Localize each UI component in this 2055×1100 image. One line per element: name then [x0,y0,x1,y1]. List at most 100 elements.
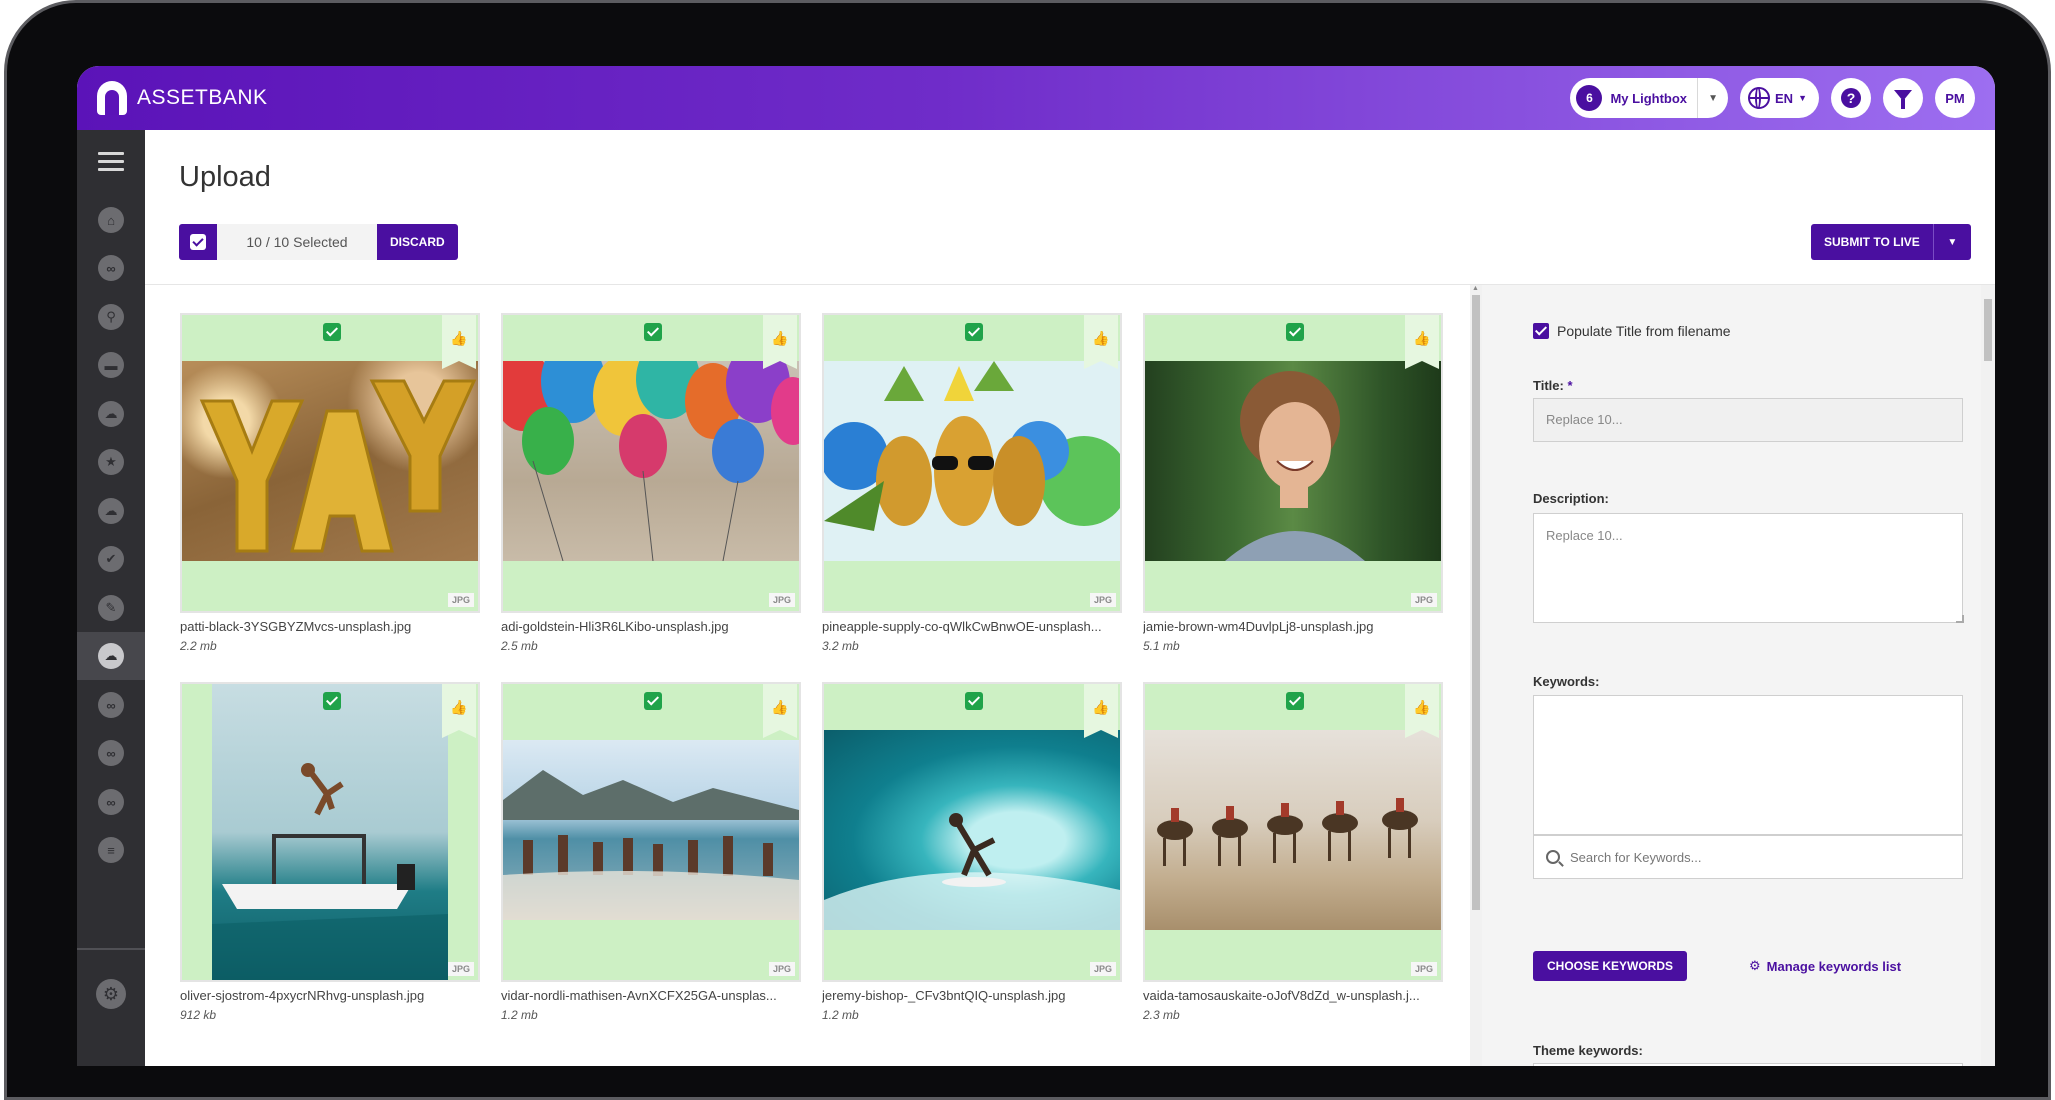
file-type-badge: JPG [1089,962,1116,976]
asset-thumbnail-box[interactable]: 👍 JPG [1143,682,1443,982]
user-avatar[interactable]: PM [1935,78,1975,118]
asset-select-checkbox[interactable] [644,692,662,710]
gear-icon: ⚙ [1749,958,1761,973]
description-field[interactable]: Replace 10... [1533,513,1963,623]
choose-keywords-button[interactable]: CHOOSE KEYWORDS [1533,951,1688,981]
grid-scrollbar[interactable]: ▲ [1470,285,1482,1066]
sidebar-item-approvals[interactable]: ✔ [77,535,145,583]
approve-flag[interactable]: 👍 [1084,684,1118,738]
asset-thumbnail-box[interactable]: 👍 JPG [180,682,480,982]
populate-title-checkbox[interactable] [1533,323,1549,339]
asset-select-checkbox[interactable] [1286,692,1304,710]
asset-thumbnail-box[interactable]: 👍 JPG [1143,313,1443,613]
sidebar-item-upload-active[interactable]: ☁ [77,632,145,680]
populate-title-option[interactable]: Populate Title from filename [1533,323,1731,339]
menu-icon[interactable] [98,152,124,172]
submit-group: SUBMIT TO LIVE ▼ [1811,224,1971,260]
approve-flag[interactable]: 👍 [1084,315,1118,369]
sidebar-item-link-1[interactable]: ∞ [77,244,145,292]
my-lightbox-button[interactable]: 6 My Lightbox [1570,78,1699,118]
asset-thumbnail-box[interactable]: 👍 JPG [180,313,480,613]
asset-card[interactable]: 👍 JPG vaida-tamosauskaite-oJofV8dZd_w-un… [1143,682,1443,1022]
sidebar-item-folders[interactable]: ▬ [77,341,145,389]
asset-select-checkbox[interactable] [323,692,341,710]
asset-thumbnail-box[interactable]: 👍 JPG [822,313,1122,613]
sidebar-item-favourites[interactable]: ★ [77,438,145,486]
sidebar-item-link-2[interactable]: ∞ [77,681,145,729]
assetbank-logo[interactable]: ASSETBANK [97,81,268,115]
asset-select-checkbox[interactable] [323,323,341,341]
asset-card[interactable]: 👍 [501,313,801,653]
asset-card[interactable]: 👍 JPG patti-black-3YSGBYZMvcs-unsplash.j… [180,313,480,653]
sidebar-item-edit[interactable]: ✎ [77,584,145,632]
asset-thumbnail-box[interactable]: 👍 JPG [501,682,801,982]
keywords-search-placeholder: Search for Keywords... [1570,849,1702,865]
asset-thumbnail-box[interactable]: 👍 JPG [501,313,801,613]
title-field[interactable]: Replace 10... [1533,398,1963,442]
approve-flag[interactable]: 👍 [763,315,797,369]
asset-select-checkbox[interactable] [1286,323,1304,341]
sidebar-item-settings[interactable]: ⚙ [77,970,145,1018]
submit-to-live-button[interactable]: SUBMIT TO LIVE [1811,224,1934,260]
keywords-search-input[interactable]: Search for Keywords... [1533,835,1963,879]
asset-image [182,361,478,561]
file-type-badge: JPG [1089,593,1116,607]
language-selector[interactable]: EN ▼ [1740,78,1819,118]
submit-options-button[interactable]: ▼ [1933,224,1971,260]
approve-flag[interactable]: 👍 [1405,684,1439,738]
approve-flag[interactable]: 👍 [442,684,476,738]
panel-scrollbar[interactable] [1981,285,1995,1066]
check-icon: ✔ [98,546,124,572]
approve-flag[interactable]: 👍 [1405,315,1439,369]
sidebar-item-link-4[interactable]: ∞ [77,778,145,826]
resize-grip-icon[interactable] [1956,615,1964,623]
panel-scrollbar-thumb[interactable] [1984,299,1992,361]
sidebar-item-link-3[interactable]: ∞ [77,729,145,777]
asset-select-checkbox[interactable] [644,323,662,341]
sidebar-item-upload[interactable]: ☁ [77,390,145,438]
scroll-up-icon[interactable]: ▲ [1472,285,1479,292]
lightbox-caret-button[interactable]: ▼ [1698,78,1728,118]
sidebar-item-reports[interactable]: ≡ [77,826,145,874]
cloud-upload-icon: ☁ [98,401,124,427]
sidebar-item-home[interactable]: ⌂ [77,196,145,244]
select-all-checkbox[interactable] [179,224,217,260]
top-bar-actions: 6 My Lightbox ▼ EN ▼ ? PM [1570,78,1975,118]
search-icon: ⚲ [98,304,124,330]
theme-keywords-label: Theme keywords: [1533,1043,1643,1058]
approve-flag[interactable]: 👍 [763,684,797,738]
asset-card[interactable]: 👍 JPG jeremy-bishop-_CFv3bntQIQ-unsplash… [822,682,1122,1022]
approve-flag[interactable]: 👍 [442,315,476,369]
discard-button[interactable]: DISCARD [377,224,458,260]
cloud-upload-icon: ☁ [98,643,124,669]
surfer-illustration [824,813,1120,930]
sidebar-item-cloud[interactable]: ☁ [77,487,145,535]
asset-card[interactable]: 👍 JPG jamie-brown-wm4DuvlpLj8-unsplash.j… [1143,313,1443,653]
document-icon: ≡ [98,837,124,863]
grid-scrollbar-thumb[interactable] [1472,295,1480,910]
page-title: Upload [179,161,271,193]
file-type-badge: JPG [768,593,795,607]
filter-button[interactable] [1883,78,1923,118]
thumbs-up-icon: 👍 [771,329,789,346]
help-button[interactable]: ? [1831,78,1871,118]
asset-filesize: 5.1 mb [1143,639,1180,653]
asset-image [212,684,448,980]
theme-keywords-field[interactable] [1533,1063,1963,1066]
pencil-icon: ✎ [98,595,124,621]
caret-down-icon: ▼ [1947,236,1958,248]
manage-keywords-link[interactable]: ⚙ Manage keywords list [1749,958,1901,974]
file-type-badge: JPG [447,593,474,607]
asset-card[interactable]: 👍 JPG vidar-nordli-mathisen-AvnXCFX25GA-… [501,682,801,1022]
file-type-badge: JPG [447,962,474,976]
asset-card[interactable]: 👍 [822,313,1122,653]
sidebar: ⌂ ∞ ⚲ ▬ ☁ ★ ☁ ✔ ✎ ☁ ∞ ∞ ∞ ≡ ⚙ [77,130,145,1066]
thumbs-up-icon: 👍 [450,329,468,346]
sidebar-item-search[interactable]: ⚲ [77,293,145,341]
keywords-field[interactable] [1533,695,1963,835]
asset-thumbnail-box[interactable]: 👍 JPG [822,682,1122,982]
asset-select-checkbox[interactable] [965,692,983,710]
asset-card[interactable]: 👍 JPG oliver-sjostrom-4pxycrNRhvg-unspla… [180,682,480,1022]
asset-select-checkbox[interactable] [965,323,983,341]
filter-icon [1894,89,1912,109]
